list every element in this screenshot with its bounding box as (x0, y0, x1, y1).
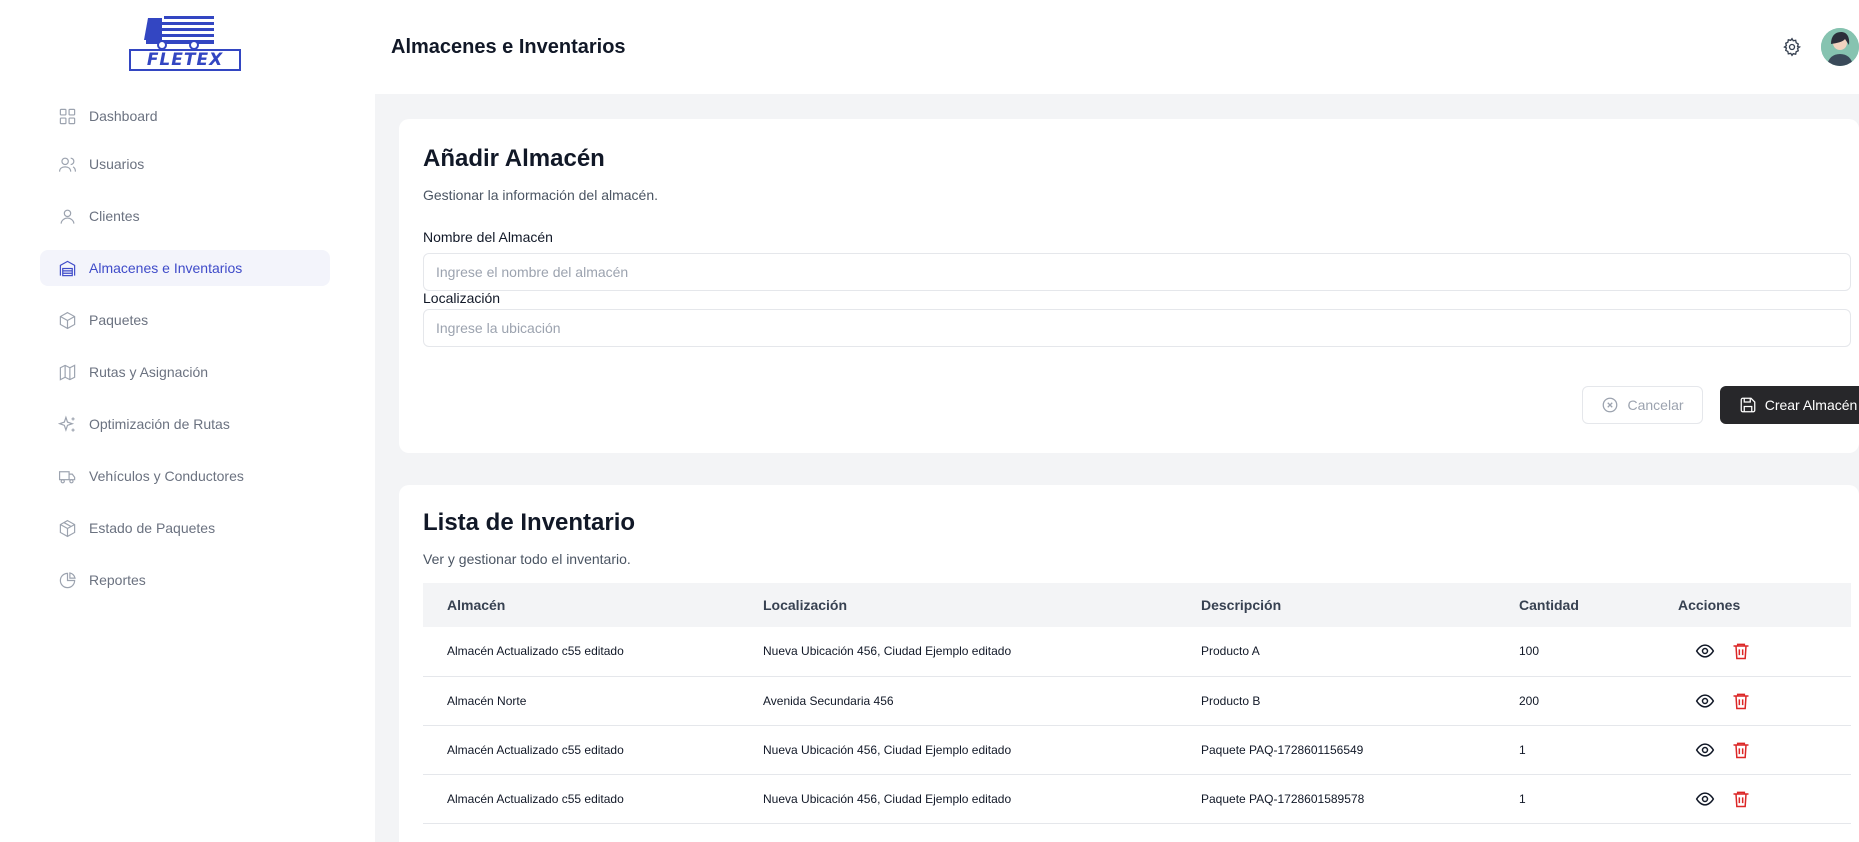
cell-almacen: Almacén Actualizado c55 editado (447, 742, 624, 757)
inventory-table: Almacén Localización Descripción Cantida… (423, 583, 1851, 824)
column-header-localizacion: Localización (763, 597, 848, 613)
sidebar-item-paquetes[interactable]: Paquetes (40, 302, 330, 338)
table-row: Almacén Norte Avenida Secundaria 456 Pro… (423, 676, 1851, 725)
location-label: Localización (423, 290, 501, 306)
cell-almacen: Almacén Actualizado c55 editado (447, 644, 624, 659)
sidebar-item-label: Usuarios (89, 156, 145, 172)
sidebar-item-label: Paquetes (89, 312, 149, 328)
sidebar-item-clientes[interactable]: Clientes (40, 198, 330, 234)
grid-icon (57, 106, 77, 126)
create-button-label: Crear Almacén (1764, 397, 1858, 413)
table-row: Almacén Actualizado c55 editado Nueva Ub… (423, 627, 1851, 676)
create-warehouse-button[interactable]: Crear Almacén (1720, 386, 1859, 424)
column-header-descripcion: Descripción (1201, 597, 1282, 613)
sidebar-item-label: Clientes (89, 208, 140, 224)
top-header: Almacenes e Inventarios (375, 0, 1859, 94)
cell-acciones (1678, 676, 1851, 725)
sidebar-item-label: Estado de Paquetes (89, 520, 216, 536)
table-row: Almacén Actualizado c55 editado Nueva Ub… (423, 725, 1851, 774)
form-title: Añadir Almacén (423, 145, 605, 172)
warehouse-icon (57, 258, 77, 278)
warehouse-name-input[interactable] (423, 253, 1851, 291)
fletex-logo[interactable]: FLETEX (128, 12, 242, 72)
cell-cantidad: 100 (1519, 644, 1540, 659)
cell-localizacion: Nueva Ubicación 456, Ciudad Ejemplo edit… (763, 644, 1012, 659)
view-eye-icon[interactable] (1694, 788, 1716, 810)
view-eye-icon[interactable] (1694, 640, 1716, 662)
sidebar-item-label: Rutas y Asignación (89, 364, 209, 380)
cell-descripcion: Paquete PAQ-1728601589578 (1201, 791, 1365, 806)
cell-almacen: Almacén Norte (447, 693, 527, 708)
cancel-button[interactable]: Cancelar (1582, 386, 1703, 424)
column-header-cantidad: Cantidad (1519, 597, 1579, 613)
cell-cantidad: 1 (1519, 791, 1526, 806)
delete-trash-icon[interactable] (1730, 739, 1752, 761)
logo-text: FLETEX (146, 50, 224, 70)
page-title: Almacenes e Inventarios (391, 36, 626, 58)
sidebar-item-rutas[interactable]: Rutas y Asignación (40, 354, 330, 390)
sparkles-icon (57, 414, 77, 434)
inventory-subtitle: Ver y gestionar todo el inventario. (423, 551, 631, 567)
warehouse-name-label: Nombre del Almacén (423, 229, 553, 245)
sidebar-item-reportes[interactable]: Reportes (40, 562, 330, 598)
cell-descripcion: Producto A (1201, 644, 1260, 659)
sidebar-item-dashboard[interactable]: Dashboard (40, 98, 330, 134)
table-header-row: Almacén Localización Descripción Cantida… (423, 583, 1851, 627)
delete-trash-icon[interactable] (1730, 690, 1752, 712)
cell-descripcion: Producto B (1201, 693, 1261, 708)
sidebar-item-optimizacion[interactable]: Optimización de Rutas (40, 406, 330, 442)
cancel-button-label: Cancelar (1627, 397, 1684, 413)
pie-chart-icon (57, 570, 77, 590)
cell-acciones (1678, 627, 1851, 676)
cell-acciones (1678, 774, 1851, 823)
view-eye-icon[interactable] (1694, 690, 1716, 712)
sidebar-item-label: Vehículos y Conductores (89, 468, 244, 484)
cell-almacen: Almacén Actualizado c55 editado (447, 791, 624, 806)
x-circle-icon (1603, 397, 1618, 413)
user-icon (57, 206, 77, 226)
cell-localizacion: Avenida Secundaria 456 (763, 693, 894, 708)
cell-cantidad: 200 (1519, 693, 1540, 708)
cell-descripcion: Paquete PAQ-1728601156549 (1201, 742, 1364, 757)
truck-icon (57, 466, 77, 486)
sidebar-item-label: Optimización de Rutas (89, 416, 230, 432)
sidebar-item-usuarios[interactable]: Usuarios (40, 146, 330, 182)
sidebar-item-label: Almacenes e Inventarios (89, 260, 243, 276)
sidebar-nav: Dashboard Usuarios Clientes Almacenes e … (40, 98, 330, 614)
main-content: Añadir Almacén Gestionar la información … (375, 94, 1859, 842)
cell-localizacion: Nueva Ubicación 456, Ciudad Ejemplo edit… (763, 791, 1012, 806)
inventory-title: Lista de Inventario (423, 509, 636, 536)
location-input[interactable] (423, 309, 1851, 347)
package-icon (57, 310, 77, 330)
add-warehouse-card: Añadir Almacén Gestionar la información … (399, 119, 1859, 453)
sidebar-item-label: Dashboard (89, 108, 158, 124)
column-header-almacen: Almacén (447, 597, 506, 613)
save-icon (1740, 397, 1756, 413)
cell-localizacion: Nueva Ubicación 456, Ciudad Ejemplo edit… (763, 742, 1012, 757)
delete-trash-icon[interactable] (1730, 788, 1752, 810)
users-icon (57, 154, 77, 174)
form-subtitle: Gestionar la información del almacén. (423, 187, 659, 203)
gear-icon[interactable] (1782, 37, 1802, 57)
map-icon (57, 362, 77, 382)
sidebar-item-vehiculos[interactable]: Vehículos y Conductores (40, 458, 330, 494)
sidebar-item-estado-paquetes[interactable]: Estado de Paquetes (40, 510, 330, 546)
sidebar-item-label: Reportes (89, 572, 146, 588)
view-eye-icon[interactable] (1694, 739, 1716, 761)
table-row: Almacén Actualizado c55 editado Nueva Ub… (423, 774, 1851, 823)
cell-cantidad: 1 (1519, 742, 1526, 757)
sidebar: FLETEX Dashboard Usuarios Clientes Almac… (0, 0, 375, 842)
column-header-acciones: Acciones (1678, 597, 1741, 613)
avatar[interactable] (1821, 28, 1859, 66)
cell-acciones (1678, 725, 1851, 774)
inventory-list-card: Lista de Inventario Ver y gestionar todo… (399, 485, 1859, 842)
package-check-icon (57, 518, 77, 538)
sidebar-item-almacenes[interactable]: Almacenes e Inventarios (40, 250, 330, 286)
delete-trash-icon[interactable] (1730, 640, 1752, 662)
